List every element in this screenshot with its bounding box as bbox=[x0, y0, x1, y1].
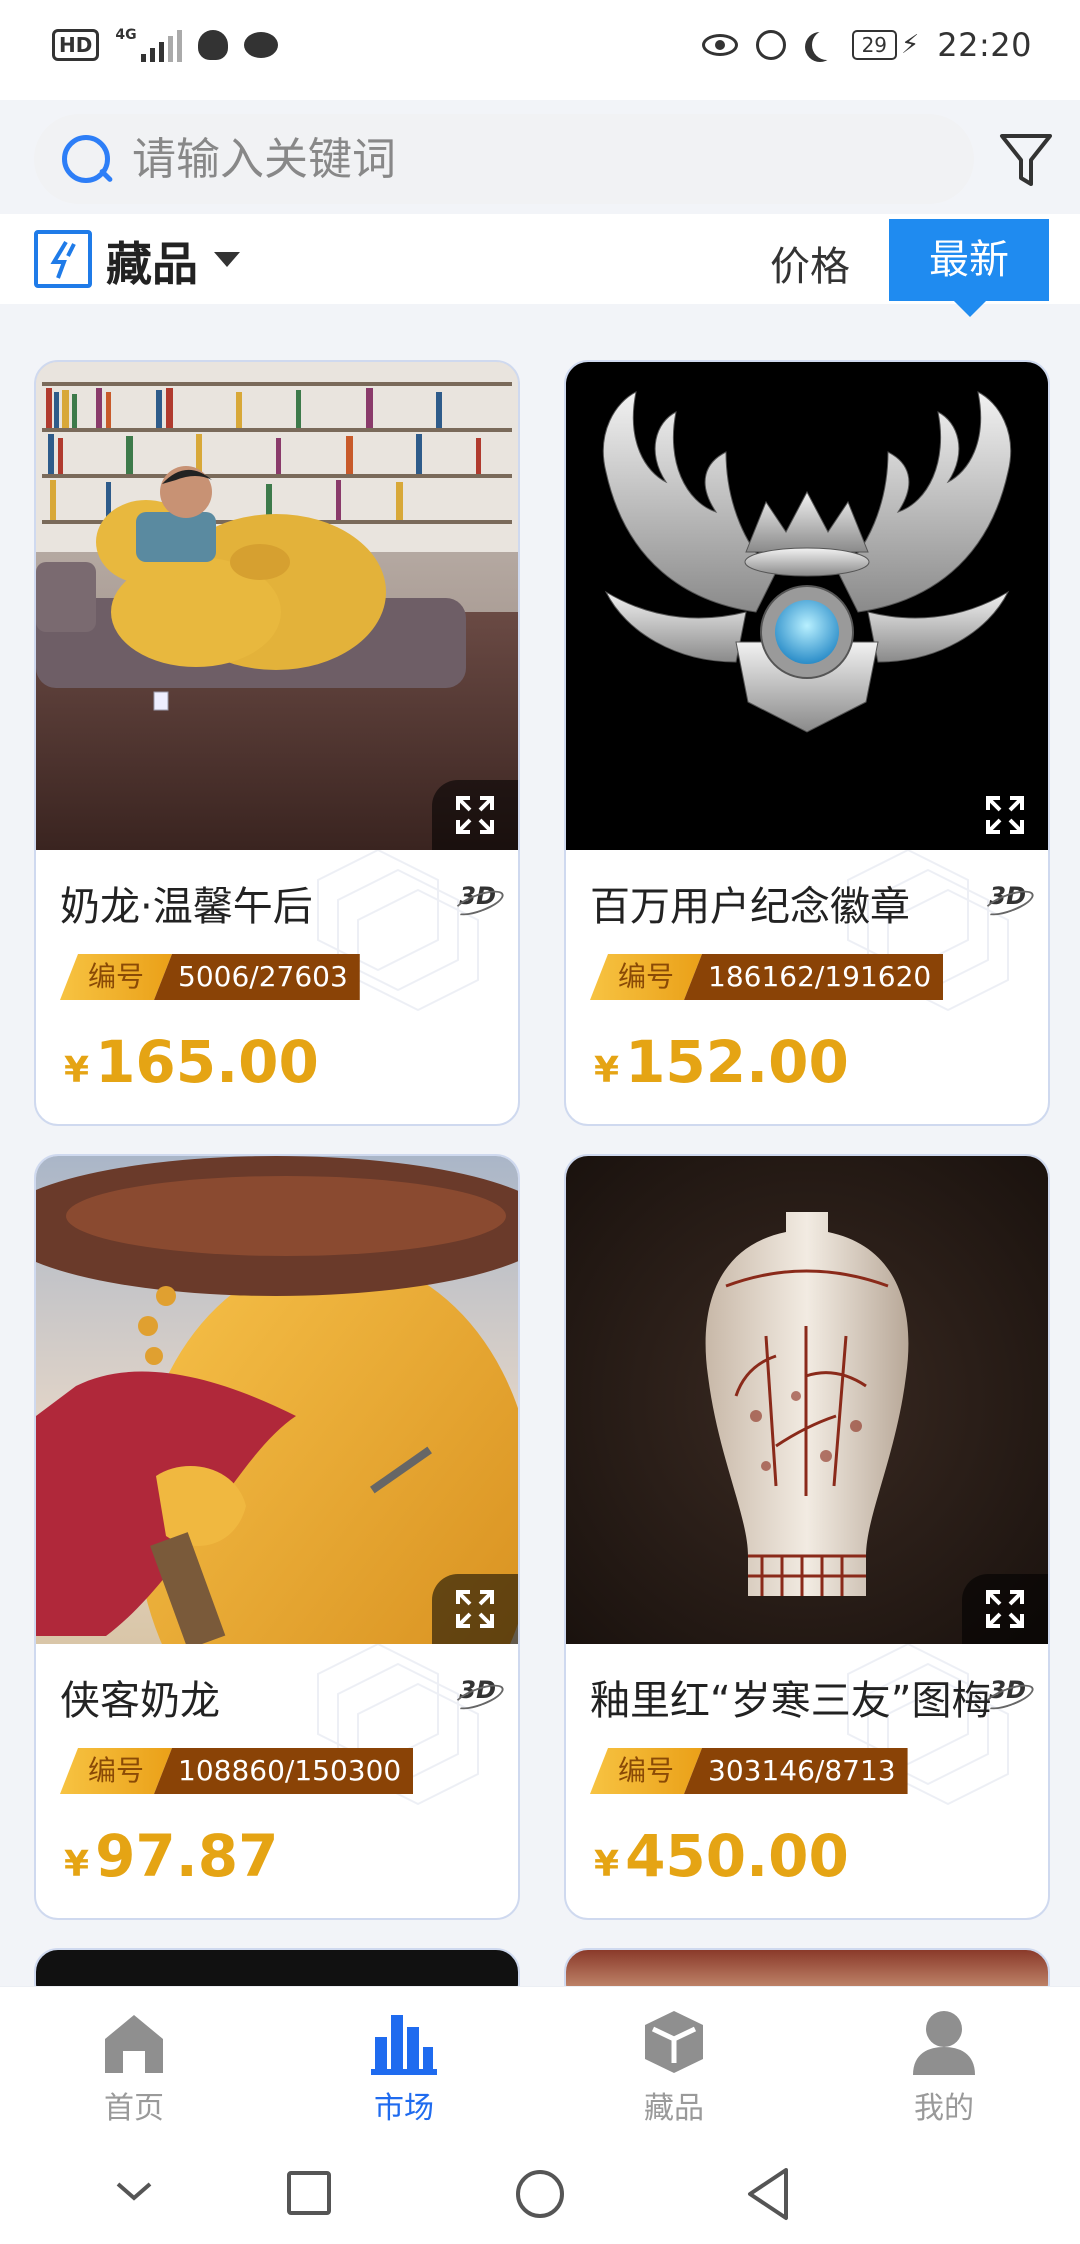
sort-by-newest-button[interactable]: 最新 bbox=[889, 219, 1049, 301]
serial-label: 编号 bbox=[617, 960, 674, 993]
status-bar: HD 4G 29 ⚡ 22:20 bbox=[0, 0, 1080, 100]
filter-icon[interactable] bbox=[998, 130, 1054, 190]
3d-badge-icon: 3D bbox=[459, 882, 496, 910]
serial-number: 5006/27603 bbox=[154, 954, 360, 1000]
collectible-card[interactable]: 百万用户纪念徽章 3D 编号 186162/191620 ¥152.00 bbox=[564, 360, 1050, 1126]
fullscreen-expand-button[interactable] bbox=[962, 1574, 1048, 1644]
nav-collection[interactable]: 藏品 bbox=[604, 2007, 744, 2127]
market-chart-icon bbox=[369, 2007, 439, 2077]
price-value: 450.00 bbox=[625, 1822, 849, 1890]
collectible-card[interactable]: 奶龙·温馨午后 3D 编号 5006/27603 ¥165.00 bbox=[34, 360, 520, 1126]
fullscreen-expand-button[interactable] bbox=[432, 780, 518, 850]
3d-badge-icon: 3D bbox=[989, 882, 1026, 910]
bottom-navigation: 首页 市场 藏品 我的 bbox=[0, 1986, 1080, 2144]
collapse-chevron-icon[interactable] bbox=[114, 2180, 154, 2204]
category-dropdown-label[interactable]: 藏品 bbox=[106, 228, 198, 294]
home-icon bbox=[99, 2007, 169, 2077]
collectible-title: 侠客奶龙 bbox=[60, 1678, 220, 1724]
do-not-disturb-icon bbox=[812, 30, 842, 60]
serial-label: 编号 bbox=[617, 1754, 674, 1787]
brand-logo-icon bbox=[34, 230, 92, 288]
search-icon bbox=[58, 131, 114, 187]
price-value: 152.00 bbox=[625, 1028, 849, 1096]
nav-profile[interactable]: 我的 bbox=[874, 2007, 1014, 2127]
collectible-image-winged-badge[interactable] bbox=[566, 362, 1048, 850]
price-value: 165.00 bbox=[95, 1028, 319, 1096]
nav-profile-label: 我的 bbox=[914, 2091, 974, 2126]
network-type-label: 4G bbox=[115, 27, 137, 43]
expand-icon bbox=[986, 1590, 1024, 1628]
fullscreen-expand-button[interactable] bbox=[962, 780, 1048, 850]
system-navigation-bar bbox=[0, 2144, 1080, 2244]
recent-apps-icon[interactable] bbox=[286, 2170, 332, 2216]
search-bar[interactable] bbox=[34, 114, 974, 204]
signal-icon: 4G bbox=[115, 27, 182, 62]
hd-indicator: HD bbox=[52, 29, 100, 61]
3d-badge-icon: 3D bbox=[989, 1676, 1026, 1704]
home-circle-icon[interactable] bbox=[514, 2168, 566, 2220]
price: ¥152.00 bbox=[594, 1028, 849, 1096]
collectible-image-porcelain-vase[interactable] bbox=[566, 1156, 1048, 1644]
price-value: 97.87 bbox=[95, 1822, 279, 1890]
currency-symbol: ¥ bbox=[64, 1050, 90, 1091]
battery-level: 29 bbox=[851, 30, 898, 60]
currency-symbol: ¥ bbox=[594, 1050, 620, 1091]
nav-market[interactable]: 市场 bbox=[334, 2007, 474, 2127]
3d-badge-icon: 3D bbox=[459, 1676, 496, 1704]
collectible-image-dragon-sofa[interactable] bbox=[36, 362, 518, 850]
profile-icon bbox=[909, 2007, 979, 2077]
collectible-image-dragon-swordsman[interactable] bbox=[36, 1156, 518, 1776]
price: ¥165.00 bbox=[64, 1028, 319, 1096]
serial-number: 108860/150300 bbox=[154, 1748, 414, 1794]
serial-number-tag: 编号 186162/191620 bbox=[590, 954, 944, 1000]
serial-label: 编号 bbox=[87, 960, 144, 993]
expand-icon bbox=[986, 796, 1024, 834]
back-triangle-icon[interactable] bbox=[744, 2166, 792, 2222]
serial-label: 编号 bbox=[87, 1754, 144, 1787]
currency-symbol: ¥ bbox=[594, 1844, 620, 1885]
collectible-title: 奶龙·温馨午后 bbox=[60, 884, 313, 930]
collectible-title: 百万用户纪念徽章 bbox=[590, 884, 910, 930]
alarm-icon bbox=[755, 30, 786, 60]
serial-number-tag: 编号 108860/150300 bbox=[60, 1748, 414, 1794]
fullscreen-expand-button[interactable] bbox=[432, 1574, 518, 1644]
clock: 22:20 bbox=[937, 26, 1032, 64]
eye-comfort-icon bbox=[701, 34, 738, 56]
battery-icon: 29 ⚡ bbox=[851, 30, 920, 60]
serial-number: 186162/191620 bbox=[684, 954, 944, 1000]
collection-box-icon bbox=[639, 2007, 709, 2077]
chevron-down-icon[interactable] bbox=[214, 252, 240, 267]
collectible-card[interactable]: 釉里红“岁寒三友”图梅 3D 编号 303146/8713 ¥450.00 bbox=[564, 1154, 1050, 1920]
nav-home[interactable]: 首页 bbox=[64, 2007, 204, 2127]
charging-icon: ⚡ bbox=[901, 30, 920, 60]
serial-number-tag: 编号 303146/8713 bbox=[590, 1748, 908, 1794]
nav-market-label: 市场 bbox=[374, 2091, 434, 2126]
expand-icon bbox=[456, 796, 494, 834]
expand-icon bbox=[456, 1590, 494, 1628]
active-sort-indicator bbox=[954, 301, 986, 317]
nav-home-label: 首页 bbox=[104, 2091, 164, 2126]
category-sort-bar: 藏品 价格 最新 bbox=[0, 214, 1080, 317]
collectible-card[interactable]: 侠客奶龙 3D 编号 108860/150300 ¥97.87 bbox=[34, 1154, 520, 1920]
serial-number: 303146/8713 bbox=[684, 1748, 908, 1794]
search-input[interactable] bbox=[132, 133, 952, 185]
nav-collection-label: 藏品 bbox=[644, 2091, 704, 2126]
currency-symbol: ¥ bbox=[64, 1844, 90, 1885]
collectible-title: 釉里红“岁寒三友”图梅 bbox=[590, 1678, 992, 1724]
price: ¥450.00 bbox=[594, 1822, 849, 1890]
message-notification-icon bbox=[243, 32, 278, 58]
qq-notification-icon bbox=[197, 30, 228, 60]
sort-by-price-button[interactable]: 价格 bbox=[770, 234, 850, 292]
price: ¥97.87 bbox=[64, 1822, 279, 1890]
serial-number-tag: 编号 5006/27603 bbox=[60, 954, 360, 1000]
